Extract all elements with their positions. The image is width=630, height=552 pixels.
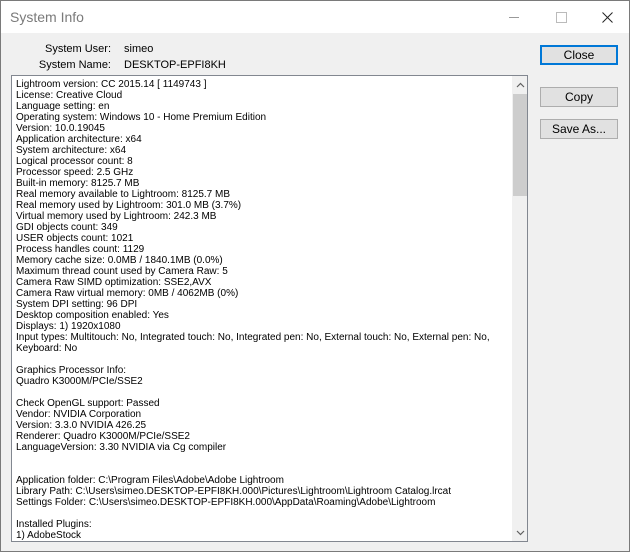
info-line: Virtual memory used by Lightroom: 242.3 …: [16, 211, 217, 222]
info-line: Memory cache size: 0.0MB / 1840.1MB (0.0…: [16, 255, 223, 266]
info-line: Vendor: NVIDIA Corporation: [16, 409, 142, 420]
minimize-button[interactable]: [491, 1, 537, 33]
vertical-scrollbar[interactable]: [512, 76, 527, 541]
info-line: Built-in memory: 8125.7 MB: [16, 178, 140, 189]
info-line: Camera Raw SIMD optimization: SSE2,AVX: [16, 277, 212, 288]
info-line: Application folder: C:\Program Files\Ado…: [16, 475, 284, 486]
copy-button[interactable]: Copy: [540, 87, 618, 107]
title-bar[interactable]: System Info: [1, 1, 629, 33]
info-line: [16, 354, 511, 365]
info-line: Check OpenGL support: Passed: [16, 398, 160, 409]
info-line: Input types: Multitouch: No, Integrated …: [16, 332, 490, 343]
close-icon: [601, 11, 613, 23]
info-line: System DPI setting: 96 DPI: [16, 299, 138, 310]
info-line: Version: 10.0.19045: [16, 123, 105, 134]
close-button[interactable]: Close: [540, 45, 618, 65]
info-line: USER objects count: 1021: [16, 233, 134, 244]
scroll-up-arrow-icon: [516, 82, 524, 87]
info-line: Renderer: Quadro K3000M/PCIe/SSE2: [16, 431, 190, 442]
minimize-icon: [509, 16, 519, 18]
info-line: GDI objects count: 349: [16, 222, 118, 233]
maximize-button[interactable]: [538, 1, 584, 33]
info-line: Camera Raw virtual memory: 0MB / 4062MB …: [16, 288, 239, 299]
scroll-down-arrow-icon: [516, 530, 524, 535]
info-line: Real memory used by Lightroom: 301.0 MB …: [16, 200, 242, 211]
info-line: Quadro K3000M/PCIe/SSE2: [16, 376, 143, 387]
info-line: [16, 508, 511, 519]
info-line: Maximum thread count used by Camera Raw:…: [16, 266, 228, 277]
info-line: Settings Folder: C:\Users\simeo.DESKTOP-…: [16, 497, 436, 508]
info-line: Library Path: C:\Users\simeo.DESKTOP-EPF…: [16, 486, 451, 497]
scroll-up-button[interactable]: [512, 76, 527, 93]
info-line: 1) AdobeStock: [16, 530, 82, 541]
system-info-window: System Info System User: simeo System Na…: [0, 0, 630, 552]
info-line: Lightroom version: CC 2015.14 [ 1149743 …: [16, 79, 207, 90]
info-line: Graphics Processor Info:: [16, 365, 127, 376]
system-name-label: System Name:: [38, 59, 111, 71]
info-line: [16, 387, 511, 398]
maximize-icon: [555, 11, 567, 23]
info-line: Logical processor count: 8: [16, 156, 133, 167]
info-line: [16, 464, 511, 475]
info-line: LanguageVersion: 3.30 NVIDIA via Cg comp…: [16, 442, 227, 453]
info-line: Desktop composition enabled: Yes: [16, 310, 169, 321]
info-line: License: Creative Cloud: [16, 90, 123, 101]
scrollbar-thumb[interactable]: [513, 94, 527, 196]
system-user-label: System User:: [44, 43, 111, 55]
system-info-text[interactable]: Lightroom version: CC 2015.14 [ 1149743 …: [16, 79, 511, 541]
info-line: Operating system: Windows 10 - Home Prem…: [16, 112, 267, 123]
info-line: [16, 453, 511, 464]
info-line: Version: 3.3.0 NVIDIA 426.25: [16, 420, 147, 431]
info-line: Processor speed: 2.5 GHz: [16, 167, 134, 178]
info-line: System architecture: x64: [16, 145, 127, 156]
system-user-value: simeo: [124, 43, 154, 55]
system-name-value: DESKTOP-EPFI8KH: [124, 59, 226, 71]
info-line: Installed Plugins:: [16, 519, 92, 530]
window-title: System Info: [10, 9, 84, 25]
info-line: Keyboard: No: [16, 343, 78, 354]
info-line: Real memory available to Lightroom: 8125…: [16, 189, 230, 200]
info-line: Language setting: en: [16, 101, 110, 112]
save-as-button[interactable]: Save As...: [540, 119, 618, 139]
scroll-down-button[interactable]: [512, 524, 527, 541]
info-line: Process handles count: 1129: [16, 244, 145, 255]
system-info-textarea[interactable]: Lightroom version: CC 2015.14 [ 1149743 …: [11, 75, 528, 542]
close-window-button[interactable]: [584, 1, 630, 33]
info-line: Displays: 1) 1920x1080: [16, 321, 121, 332]
info-line: Application architecture: x64: [16, 134, 142, 145]
